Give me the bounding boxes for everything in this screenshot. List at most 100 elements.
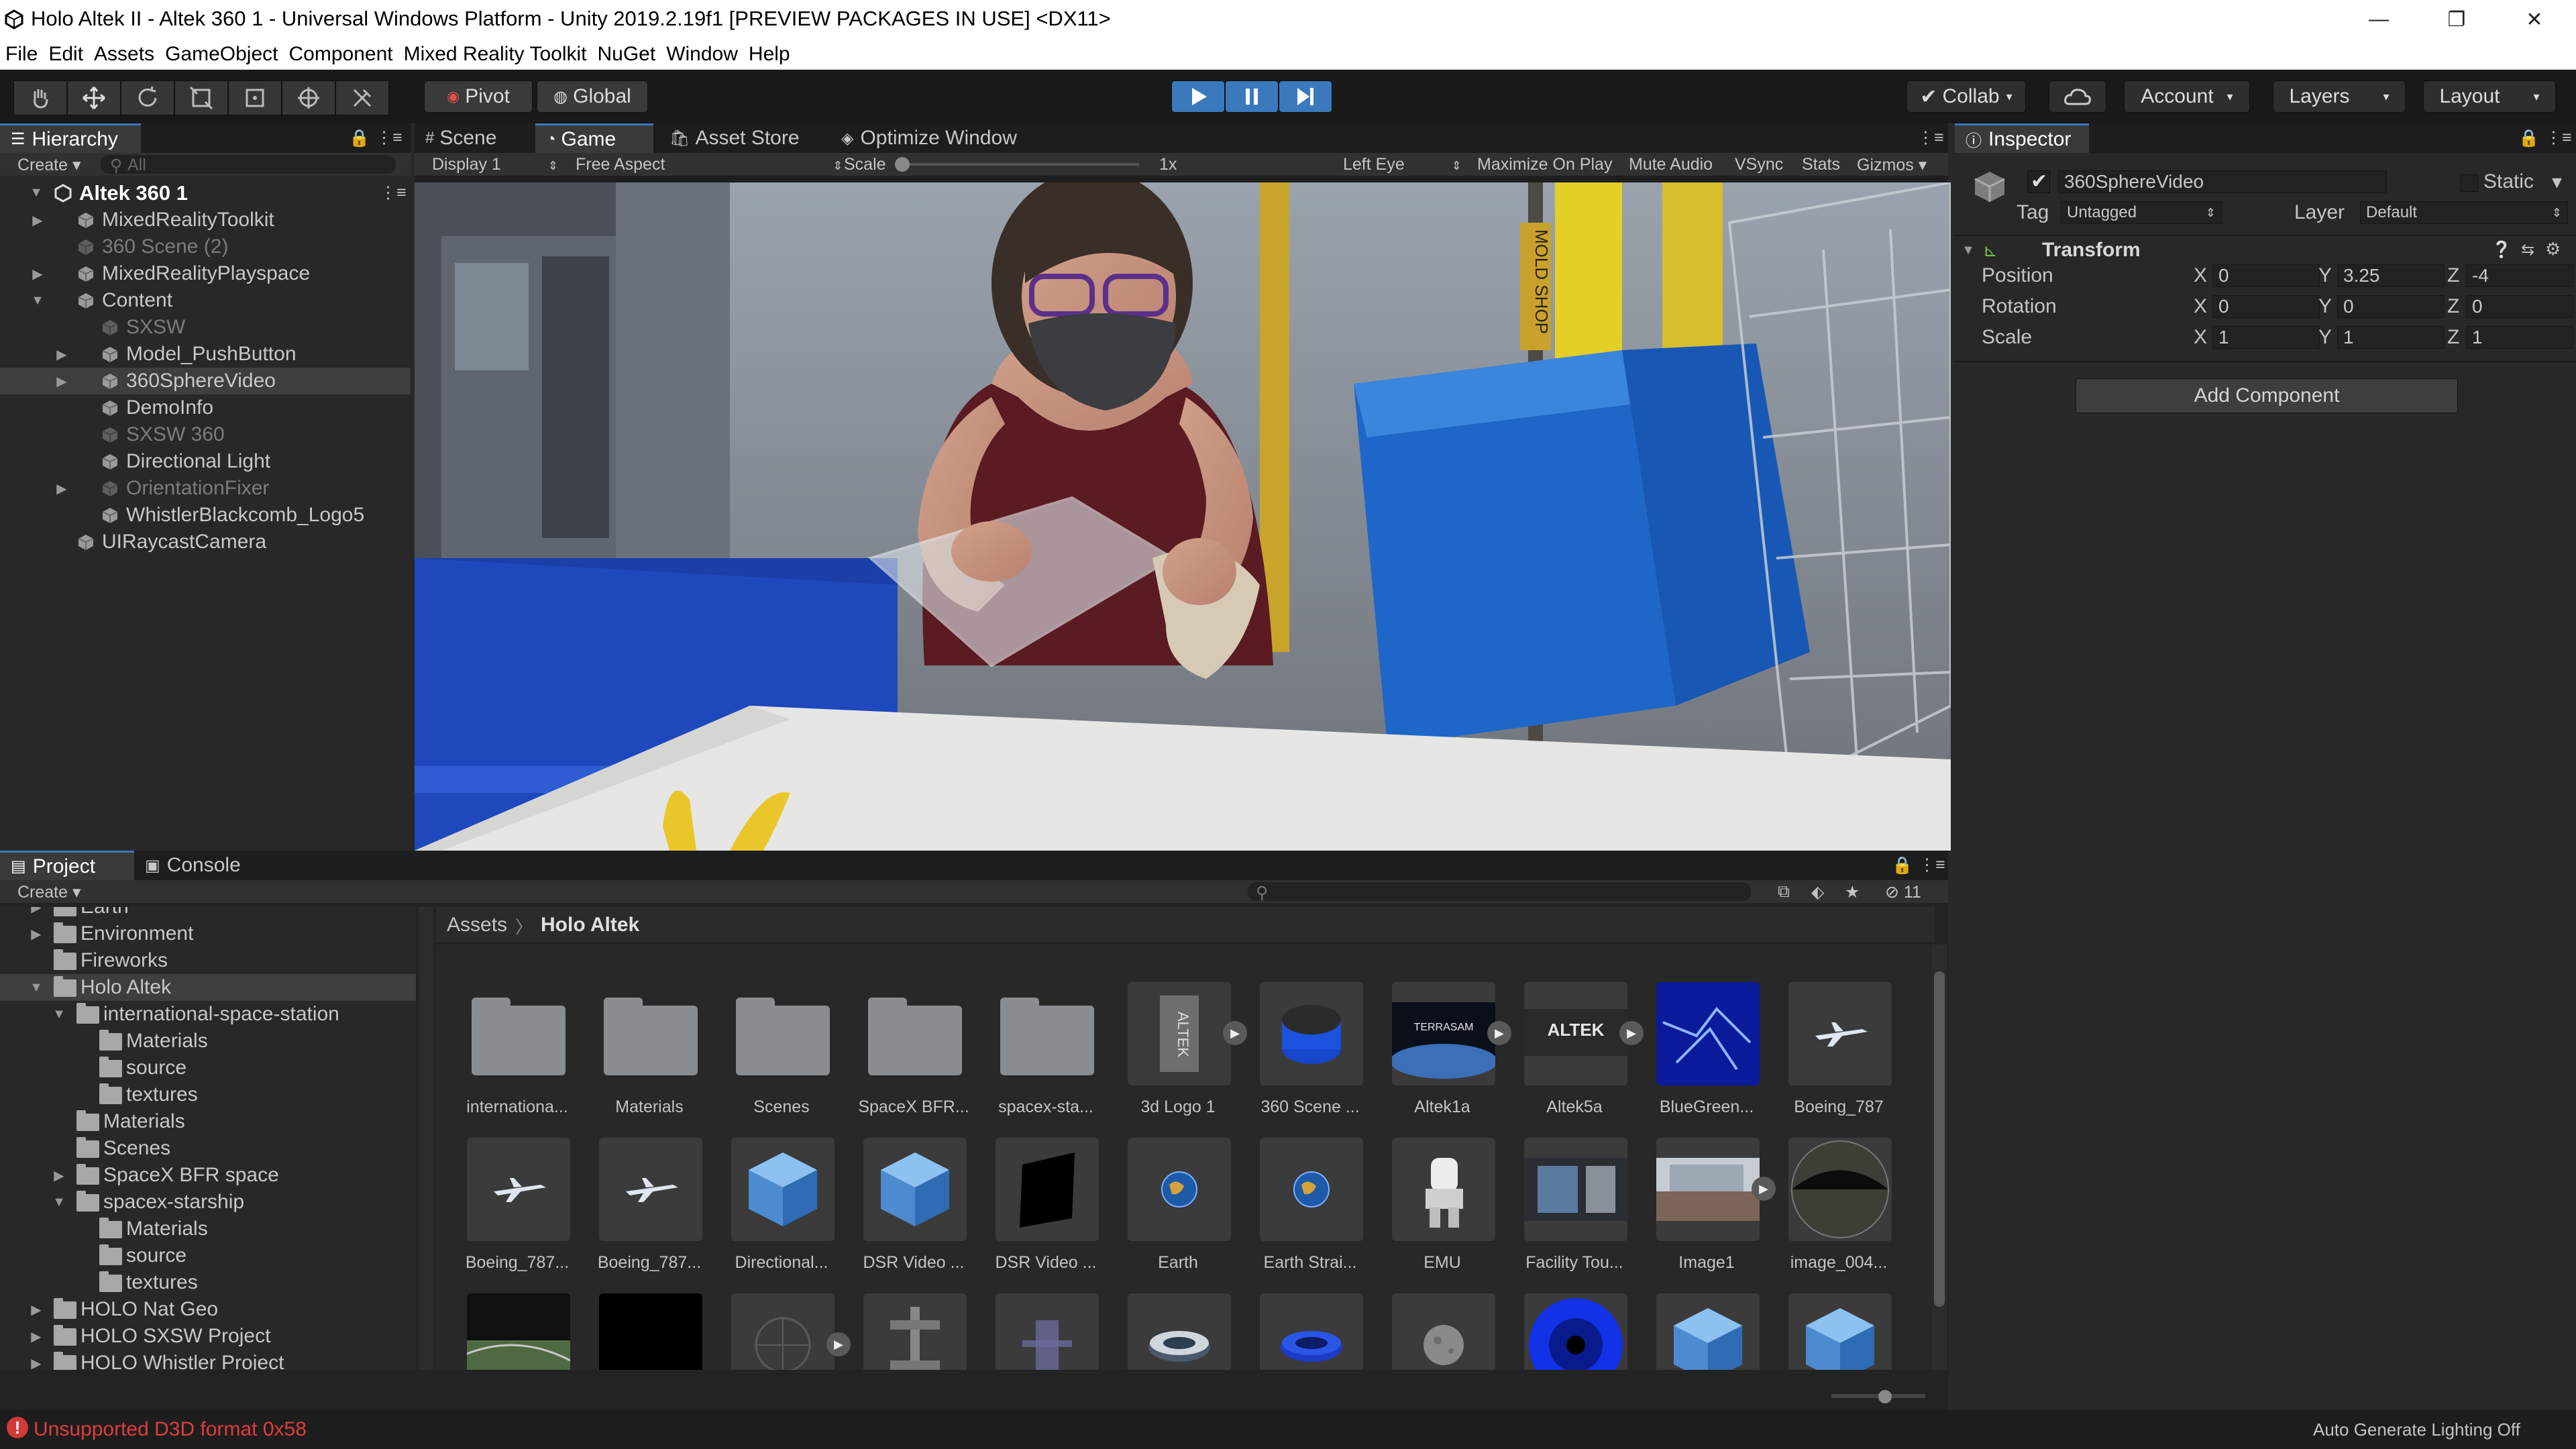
asset-item[interactable] — [1104, 1293, 1235, 1370]
expand-arrow-icon[interactable]: ▶ — [30, 212, 46, 229]
expand-arrow-icon[interactable]: ▶ — [54, 346, 70, 363]
asset-item[interactable] — [839, 1293, 971, 1370]
layers-dropdown[interactable]: Layers ▾ — [2273, 80, 2406, 113]
folder-tree-item[interactable]: source — [0, 1242, 416, 1269]
rotate-tool-icon[interactable] — [121, 80, 174, 115]
step-button[interactable] — [1279, 80, 1332, 113]
collapse-arrow-icon[interactable]: ▼ — [30, 293, 46, 309]
expand-arrow-icon[interactable]: ▶ — [28, 926, 44, 943]
hierarchy-item[interactable]: WhistlerBlackcomb_Logo5 — [0, 502, 411, 529]
folder-tree-item[interactable]: Fireworks — [0, 947, 416, 974]
close-button[interactable]: ✕ — [2504, 0, 2565, 39]
asset-item[interactable]: Directional... — [707, 1138, 839, 1289]
asset-item[interactable]: ALTEK ▶ 3d Logo 1 — [1104, 982, 1247, 1134]
asset-item[interactable]: DSR Video ... — [971, 1138, 1103, 1289]
create-dropdown[interactable]: Create ▾ — [17, 155, 81, 175]
scale-slider[interactable] — [898, 163, 1139, 166]
asset-item[interactable]: image_004... — [1764, 1138, 1896, 1289]
asset-item[interactable]: ▶ — [707, 1293, 851, 1370]
folder-tree-item[interactable]: ▶ HOLO Whistler Project — [0, 1350, 416, 1370]
hierarchy-search-input[interactable]: ⚲ All — [101, 155, 396, 175]
hierarchy-item[interactable]: ▶ MixedRealityPlayspace — [0, 260, 411, 287]
asset-item[interactable] — [1500, 1293, 1631, 1370]
expand-arrow-icon[interactable]: ▼ — [28, 185, 44, 201]
asset-item[interactable] — [1632, 1293, 1764, 1370]
tab-scene[interactable]: # Scene — [415, 123, 535, 153]
panel-menu-icon[interactable]: ⋮≡ — [1919, 855, 1945, 875]
collapse-arrow-icon[interactable]: ▼ — [28, 980, 44, 996]
expand-arrow-icon[interactable]: ▶ — [30, 266, 46, 282]
active-checkbox[interactable]: ✔ — [2027, 170, 2050, 193]
mute-audio-toggle[interactable]: Mute Audio — [1629, 155, 1713, 174]
restore-button[interactable]: ❐ — [2426, 0, 2487, 39]
menu-assets[interactable]: Assets — [89, 43, 160, 66]
panel-menu-icon[interactable]: ⋮≡ — [1917, 127, 1944, 148]
asset-item[interactable] — [1368, 1293, 1499, 1370]
menu-help[interactable]: Help — [743, 43, 796, 66]
expand-arrow-icon[interactable]: ▶ — [28, 1355, 44, 1371]
hierarchy-item[interactable]: SXSW 360 — [0, 421, 411, 448]
rotation-z-field[interactable]: 0 — [2466, 295, 2573, 318]
asset-item[interactable] — [971, 1293, 1103, 1370]
game-view-viewport[interactable]: MOLD SHOP — [415, 182, 1951, 851]
asset-item[interactable]: TERRASAM ▶ Altek1a — [1368, 982, 1511, 1134]
scene-row[interactable]: ▼ Altek 360 1 ⋮≡ — [0, 180, 411, 207]
position-z-field[interactable]: -4 — [2466, 264, 2573, 287]
folder-tree-item[interactable]: Materials — [0, 1028, 416, 1055]
lock-icon[interactable]: 🔒 — [2518, 129, 2539, 148]
hierarchy-item[interactable]: ▶ OrientationFixer — [0, 475, 411, 502]
folder-tree-item[interactable]: Scenes — [0, 1135, 416, 1162]
custom-tool-icon[interactable] — [335, 80, 389, 115]
hierarchy-item[interactable]: ▶ MixedRealityToolkit — [0, 207, 411, 233]
asset-item[interactable]: Facility Tou... — [1500, 1138, 1631, 1289]
expand-arrow-icon[interactable]: ▶ — [54, 480, 70, 497]
hierarchy-item[interactable]: Directional Light — [0, 448, 411, 475]
folder-tree-item[interactable]: ▼ spacex-starship — [0, 1189, 416, 1216]
hidden-packages-toggle[interactable]: ⊘ 11 — [1885, 882, 1921, 902]
tab-asset-store[interactable]: 🛍 Asset Store — [659, 123, 826, 153]
asset-scrollbar-thumb[interactable] — [1934, 971, 1945, 1307]
static-checkbox[interactable] — [2461, 174, 2478, 192]
asset-item[interactable]: internationa... — [443, 982, 574, 1134]
layer-dropdown[interactable]: Default ⇕ — [2360, 201, 2568, 224]
panel-menu-icon[interactable]: ⋮≡ — [2545, 127, 2572, 148]
breadcrumb-holo-altek[interactable]: Holo Altek — [541, 914, 639, 936]
folder-tree-item[interactable]: source — [0, 1055, 416, 1081]
menu-edit[interactable]: Edit — [43, 43, 89, 66]
eye-dropdown[interactable]: Left Eye ⇕ — [1343, 155, 1462, 174]
asset-item[interactable]: Boeing_787... — [443, 1138, 574, 1289]
folder-tree-item[interactable]: ▶ HOLO SXSW Project — [0, 1323, 416, 1350]
collapse-arrow-icon[interactable]: ▼ — [51, 1007, 67, 1022]
object-name-field[interactable]: 360SphereVideo — [2058, 170, 2387, 193]
asset-item[interactable]: SpaceX BFR... — [839, 982, 971, 1134]
tag-dropdown[interactable]: Untagged ⇕ — [2061, 201, 2222, 224]
add-component-button[interactable]: Add Component — [2076, 378, 2458, 413]
collapse-arrow-icon[interactable]: ▼ — [1960, 243, 1976, 258]
account-dropdown[interactable]: Account ▾ — [2124, 80, 2250, 113]
folder-tree-item[interactable]: Materials — [0, 1108, 416, 1135]
hierarchy-item[interactable]: UIRaycastCamera — [0, 529, 411, 555]
collapse-arrow-icon[interactable]: ▼ — [51, 1195, 67, 1210]
gizmos-dropdown[interactable]: Gizmos ▾ — [1857, 155, 1927, 175]
lighting-status[interactable]: Auto Generate Lighting Off — [2313, 1419, 2520, 1440]
menu-mixed-reality-toolkit[interactable]: Mixed Reality Toolkit — [398, 43, 592, 66]
asset-item[interactable]: EMU — [1368, 1138, 1499, 1289]
chevron-down-icon[interactable]: ▾ — [2552, 170, 2562, 194]
asset-item[interactable]: ▶ Image1 — [1632, 1138, 1776, 1289]
help-icon[interactable]: ❔ — [2491, 240, 2512, 260]
tab-hierarchy[interactable]: ☰ Hierarchy — [0, 123, 141, 153]
aspect-dropdown[interactable]: Free Aspect ⇕ — [576, 155, 843, 174]
scene-menu-icon[interactable]: ⋮≡ — [380, 182, 407, 203]
expand-arrow-icon[interactable]: ▶ — [28, 1328, 44, 1345]
asset-item[interactable] — [575, 1293, 706, 1370]
hand-tool-icon[interactable] — [13, 80, 67, 115]
collab-dropdown[interactable]: ✔ Collab ▾ — [1907, 80, 2026, 113]
panel-menu-icon[interactable]: ⋮≡ — [376, 127, 402, 148]
asset-item[interactable] — [1236, 1293, 1367, 1370]
asset-item[interactable]: Scenes — [707, 982, 839, 1134]
create-dropdown[interactable]: Create ▾ — [17, 882, 81, 902]
scale-tool-icon[interactable] — [174, 80, 228, 115]
asset-item[interactable]: 360 Scene ... — [1236, 982, 1367, 1134]
menu-gameobject[interactable]: GameObject — [160, 43, 283, 66]
folder-tree-item[interactable]: textures — [0, 1269, 416, 1296]
